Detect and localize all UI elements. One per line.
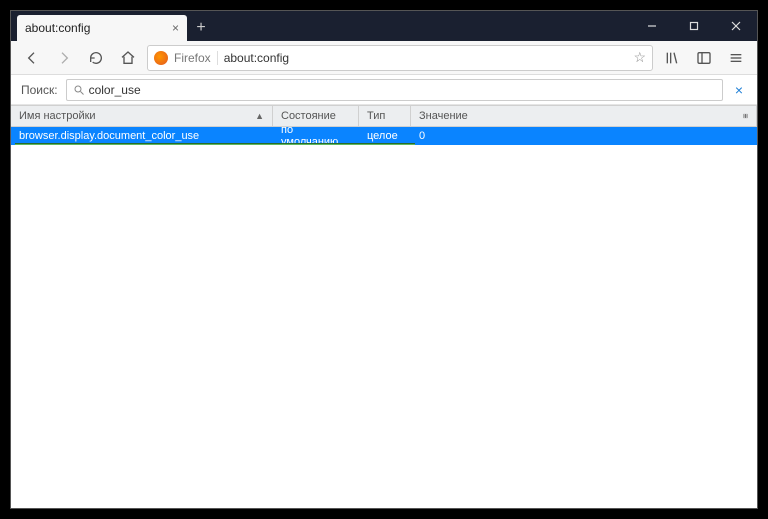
search-label: Поиск:	[21, 83, 58, 97]
nav-toolbar: Firefox about:config ☆	[11, 41, 757, 75]
browser-window: about:config × +	[10, 10, 758, 509]
forward-button[interactable]	[51, 45, 77, 71]
column-type[interactable]: Тип	[359, 106, 411, 126]
config-search-bar: Поиск: color_use ×	[11, 75, 757, 105]
empty-area	[11, 145, 757, 508]
tab-title: about:config	[25, 21, 166, 35]
sidebar-button[interactable]	[691, 45, 717, 71]
clear-search-button[interactable]: ×	[731, 82, 747, 98]
reload-button[interactable]	[83, 45, 109, 71]
library-button[interactable]	[659, 45, 685, 71]
close-button[interactable]	[715, 11, 757, 41]
column-value[interactable]: Значение	[411, 106, 735, 126]
column-name[interactable]: Имя настройки ▲	[11, 106, 273, 126]
highlight-underline	[15, 143, 415, 145]
sort-indicator-icon: ▲	[255, 111, 264, 121]
column-picker-button[interactable]	[735, 106, 757, 126]
window-controls	[631, 11, 757, 41]
titlebar: about:config × +	[11, 11, 757, 41]
minimize-button[interactable]	[631, 11, 673, 41]
tab-aboutconfig[interactable]: about:config ×	[17, 15, 187, 41]
bookmark-star-icon[interactable]: ☆	[633, 49, 646, 66]
home-button[interactable]	[115, 45, 141, 71]
pref-value: 0	[411, 130, 757, 142]
maximize-button[interactable]	[673, 11, 715, 41]
menu-button[interactable]	[723, 45, 749, 71]
pref-name: browser.display.document_color_use	[11, 130, 273, 142]
new-tab-button[interactable]: +	[187, 15, 215, 41]
close-icon[interactable]: ×	[172, 21, 179, 35]
column-headers: Имя настройки ▲ Состояние Тип Значение	[11, 105, 757, 127]
pref-type: целое	[359, 130, 411, 142]
search-input[interactable]: color_use	[66, 79, 723, 101]
column-state[interactable]: Состояние	[273, 106, 359, 126]
url-text: about:config	[224, 51, 628, 65]
identity-label: Firefox	[174, 51, 218, 65]
search-value: color_use	[89, 83, 141, 97]
pref-row[interactable]: browser.display.document_color_use по ум…	[11, 127, 757, 145]
search-icon	[73, 84, 85, 96]
back-button[interactable]	[19, 45, 45, 71]
firefox-icon	[154, 51, 168, 65]
url-bar[interactable]: Firefox about:config ☆	[147, 45, 653, 71]
